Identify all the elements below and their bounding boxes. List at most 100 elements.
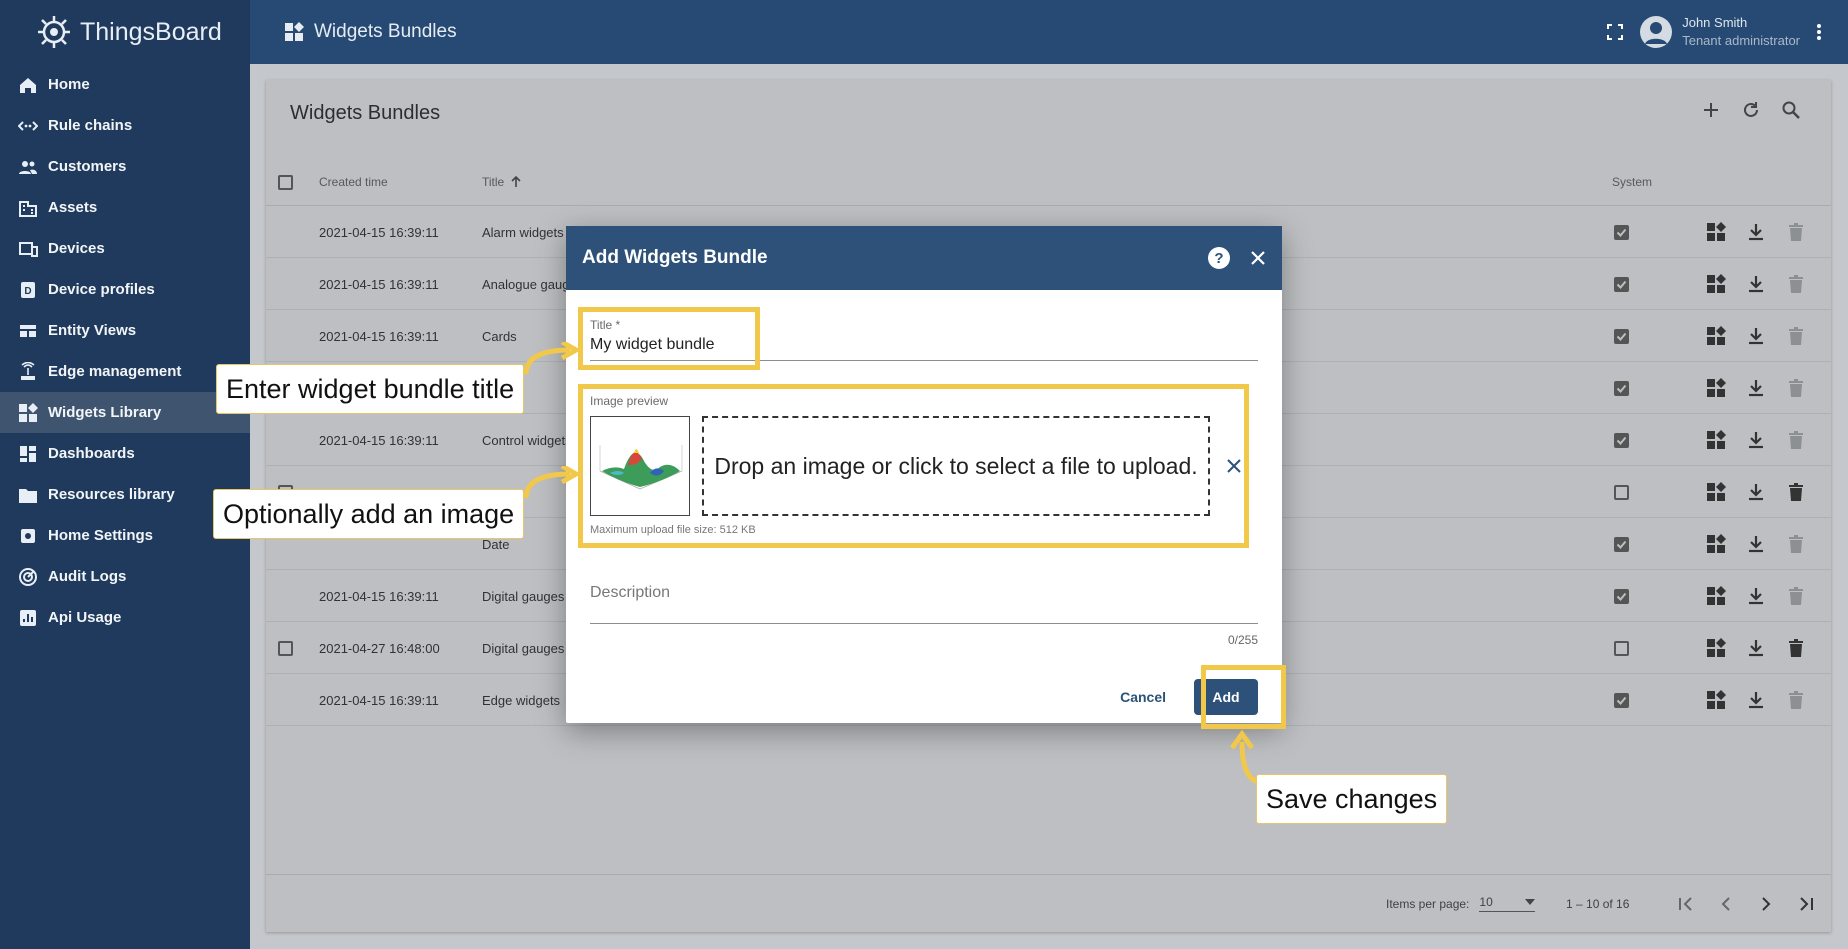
delete-icon[interactable] <box>1786 482 1806 502</box>
row-created-time: 2021-04-15 16:39:11 <box>319 224 439 240</box>
sidebar-item-label: Rule chains <box>48 117 133 134</box>
open-widgets-icon[interactable] <box>1706 638 1726 658</box>
open-widgets-icon[interactable] <box>1706 586 1726 606</box>
sidebar-item-home[interactable]: Home <box>0 64 250 105</box>
download-icon[interactable] <box>1746 534 1766 554</box>
download-icon[interactable] <box>1746 274 1766 294</box>
sidebar-item-label: Entity Views <box>48 322 137 339</box>
sidebar-item-audit-logs[interactable]: Audit Logs <box>0 556 250 597</box>
widgets-icon <box>285 22 304 41</box>
avatar <box>1640 16 1673 48</box>
sidebar-item-api-usage[interactable]: Api Usage <box>0 597 250 638</box>
description-field[interactable]: Description <box>590 584 1258 624</box>
open-widgets-icon[interactable] <box>1706 274 1726 294</box>
download-icon[interactable] <box>1746 326 1766 346</box>
sidebar-item-rule-chains[interactable]: Rule chains <box>0 105 250 146</box>
devices-icon <box>18 239 38 259</box>
row-created-time: 2021-04-27 16:48:00 <box>319 640 440 656</box>
delete-icon[interactable] <box>1786 534 1806 554</box>
row-system-checkbox <box>1614 258 1629 310</box>
first-page-icon[interactable] <box>1676 894 1696 914</box>
column-title[interactable]: Title <box>482 158 522 206</box>
delete-icon[interactable] <box>1786 690 1806 710</box>
sidebar-item-entity-views[interactable]: Entity Views <box>0 310 250 351</box>
open-widgets-icon[interactable] <box>1706 430 1726 450</box>
column-title-label: Title <box>482 175 505 189</box>
sidebar-item-devices[interactable]: Devices <box>0 228 250 269</box>
items-per-page-select[interactable]: 10 <box>1479 895 1536 912</box>
paginator: Items per page: 10 1 – 10 of 16 <box>266 874 1831 932</box>
image-arrow-icon <box>523 466 580 499</box>
refresh-icon[interactable] <box>1741 100 1761 120</box>
sidebar-item-customers[interactable]: Customers <box>0 146 250 187</box>
delete-icon[interactable] <box>1786 378 1806 398</box>
row-checkbox[interactable] <box>278 622 293 674</box>
settings-icon <box>18 526 38 546</box>
delete-icon[interactable] <box>1786 274 1806 294</box>
table-header: Created time Title System <box>266 158 1831 206</box>
page-title: Widgets Bundles <box>314 21 457 42</box>
delete-icon[interactable] <box>1786 222 1806 242</box>
download-icon[interactable] <box>1746 586 1766 606</box>
row-system-checkbox <box>1614 570 1629 622</box>
sidebar-item-edge-management[interactable]: Edge management <box>0 351 250 392</box>
next-page-icon[interactable] <box>1756 894 1776 914</box>
fullscreen-icon[interactable] <box>1606 23 1624 41</box>
breadcrumb: Widgets Bundles <box>284 21 457 43</box>
home-icon <box>18 75 38 95</box>
folder-icon <box>18 485 38 505</box>
delete-icon[interactable] <box>1786 586 1806 606</box>
download-icon[interactable] <box>1746 690 1766 710</box>
delete-icon[interactable] <box>1786 430 1806 450</box>
sidebar-nav: Home Rule chains Customers Assets Devices D De… <box>0 64 250 638</box>
cancel-button[interactable]: Cancel <box>1120 689 1166 705</box>
sidebar-item-label: Widgets Library <box>48 404 162 421</box>
user-menu[interactable]: John Smith Tenant administrator <box>1640 14 1800 50</box>
sidebar-item-widgets-library[interactable]: Widgets Library <box>0 392 250 433</box>
delete-icon[interactable] <box>1786 638 1806 658</box>
sidebar-item-label: Edge management <box>48 363 182 380</box>
row-title: Edge widgets <box>482 692 561 708</box>
dialog-header: Add Widgets Bundle ? <box>566 226 1282 290</box>
search-icon[interactable] <box>1781 100 1801 120</box>
open-widgets-icon[interactable] <box>1706 482 1726 502</box>
download-icon[interactable] <box>1746 222 1766 242</box>
help-icon[interactable]: ? <box>1208 247 1230 269</box>
sidebar-item-label: Api Usage <box>48 609 122 626</box>
open-widgets-icon[interactable] <box>1706 326 1726 346</box>
open-widgets-icon[interactable] <box>1706 690 1726 710</box>
row-system-checkbox <box>1614 518 1629 570</box>
row-title: Control widgets <box>482 432 572 448</box>
download-icon[interactable] <box>1746 482 1766 502</box>
customers-icon <box>18 157 38 177</box>
open-widgets-icon[interactable] <box>1706 534 1726 554</box>
row-system-checkbox <box>1614 674 1629 726</box>
delete-icon[interactable] <box>1786 326 1806 346</box>
dialog-title: Add Widgets Bundle <box>582 247 768 268</box>
previous-page-icon[interactable] <box>1716 894 1736 914</box>
title-highlight-box <box>578 307 760 370</box>
select-all-checkbox[interactable] <box>278 158 293 206</box>
open-widgets-icon[interactable] <box>1706 378 1726 398</box>
row-title: Digital gauges <box>482 588 565 604</box>
edge-icon <box>18 361 38 382</box>
title-hint-callout: Enter widget bundle title <box>216 364 525 414</box>
sidebar-item-dashboards[interactable]: Dashboards <box>0 433 250 474</box>
sidebar-item-device-profiles[interactable]: D Device profiles <box>0 269 250 310</box>
open-widgets-icon[interactable] <box>1706 222 1726 242</box>
thingsboard-logo-icon <box>38 16 70 48</box>
close-icon[interactable] <box>1250 250 1266 266</box>
last-page-icon[interactable] <box>1796 894 1816 914</box>
column-created-time[interactable]: Created time <box>319 158 388 206</box>
add-icon[interactable] <box>1701 100 1721 120</box>
description-char-count: 0/255 <box>1227 633 1258 647</box>
download-icon[interactable] <box>1746 430 1766 450</box>
download-icon[interactable] <box>1746 378 1766 398</box>
user-name: John Smith <box>1682 15 1748 30</box>
more-vert-icon[interactable] <box>1816 23 1822 41</box>
sidebar-item-assets[interactable]: Assets <box>0 187 250 228</box>
save-hint-callout: Save changes <box>1256 774 1448 824</box>
download-icon[interactable] <box>1746 638 1766 658</box>
app-logo[interactable]: ThingsBoard <box>0 0 250 64</box>
svg-text:D: D <box>24 286 31 297</box>
